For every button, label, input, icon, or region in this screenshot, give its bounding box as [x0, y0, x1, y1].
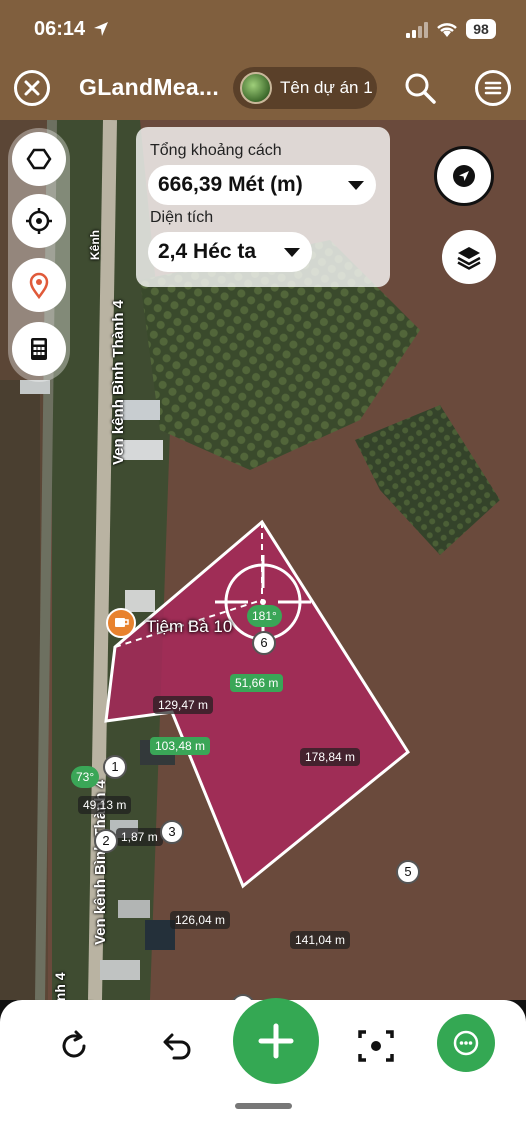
measurement-panel: Tổng khoảng cách 666,39 Mét (m) Diện tíc… — [136, 127, 390, 287]
cellular-signal-icon — [406, 22, 428, 38]
project-name: Tên dự án 1 — [280, 78, 373, 97]
wifi-icon — [437, 23, 457, 37]
battery-indicator: 98 — [466, 19, 496, 39]
reset-icon[interactable] — [50, 1022, 98, 1070]
segment-distance: 129,47 m — [153, 696, 214, 714]
close-icon — [24, 80, 40, 96]
add-icon — [258, 1023, 294, 1059]
status-bar: 06:14 98 — [0, 0, 526, 58]
navigation-arrow-icon — [453, 165, 475, 187]
road-label: Ven kênh Bình Thành 4 — [110, 299, 127, 465]
menu-icon — [484, 81, 502, 95]
road-label: Kênh — [88, 230, 102, 260]
chevron-down-icon — [284, 248, 300, 257]
vertex-marker[interactable]: 6 — [252, 631, 276, 655]
distance-label: Tổng khoảng cách — [150, 142, 282, 159]
vertex-marker[interactable]: 2 — [94, 829, 118, 853]
add-point-button[interactable] — [233, 998, 319, 1084]
close-button[interactable] — [14, 70, 50, 106]
calculator-tool-button[interactable] — [12, 322, 66, 376]
polygon-tool-button[interactable] — [12, 132, 66, 186]
distance-value: 666,39 Mét (m) — [158, 173, 303, 196]
crosshair-icon — [26, 208, 52, 234]
distance-unit-selector[interactable]: 666,39 Mét (m) — [148, 165, 376, 205]
focus-icon[interactable] — [352, 1022, 400, 1070]
project-thumbnail — [240, 72, 272, 104]
segment-distance: 1,87 m — [116, 828, 163, 846]
segment-distance: 49,13 m — [78, 796, 132, 814]
cafe-pin-icon[interactable] — [106, 608, 136, 638]
segment-distance: 141,04 m — [290, 931, 351, 949]
tool-panel — [8, 128, 70, 382]
menu-button[interactable] — [475, 70, 511, 106]
pin-tool-button[interactable] — [12, 258, 66, 312]
undo-icon[interactable] — [152, 1022, 200, 1070]
vertex-marker[interactable]: 1 — [103, 755, 127, 779]
map-layers-button[interactable] — [442, 230, 496, 284]
area-unit-selector[interactable]: 2,4 Héc ta — [148, 232, 312, 272]
app-header: 06:14 98 GLandMea... Tên dự án 1 — [0, 0, 526, 120]
app-title: GLandMea... — [79, 74, 220, 100]
my-location-button[interactable] — [434, 146, 494, 206]
segment-distance: 178,84 m — [300, 748, 361, 766]
road-label: Kênh Bình Thành 4 — [52, 972, 68, 1000]
home-indicator — [235, 1103, 292, 1109]
segment-distance: 126,04 m — [170, 911, 231, 929]
vertex-angle: 181° — [247, 605, 282, 627]
segment-distance: 103,48 m — [150, 737, 211, 755]
area-value: 2,4 Héc ta — [158, 240, 257, 263]
more-options-button[interactable] — [437, 1014, 495, 1072]
status-time: 06:14 — [34, 18, 86, 40]
area-label: Diện tích — [150, 209, 214, 226]
layers-icon — [457, 247, 481, 270]
location-arrow-icon — [94, 22, 108, 36]
bottom-toolbar — [0, 998, 526, 1139]
more-icon — [453, 1030, 479, 1056]
vertex-marker[interactable]: 5 — [396, 860, 420, 884]
cup-icon — [115, 618, 129, 627]
pin-icon — [29, 272, 49, 300]
segment-distance: 51,66 m — [230, 674, 284, 692]
search-icon[interactable] — [402, 70, 438, 106]
crosshair-tool-button[interactable] — [12, 194, 66, 248]
vertex-angle: 73° — [71, 766, 100, 788]
project-selector[interactable]: Tên dự án 1 — [233, 67, 377, 109]
calculator-icon — [31, 338, 47, 360]
vertex-marker[interactable]: 3 — [160, 820, 184, 844]
polygon-icon — [26, 148, 52, 170]
place-name: Tiệm Bà 10 — [146, 617, 233, 636]
chevron-down-icon — [348, 181, 364, 190]
